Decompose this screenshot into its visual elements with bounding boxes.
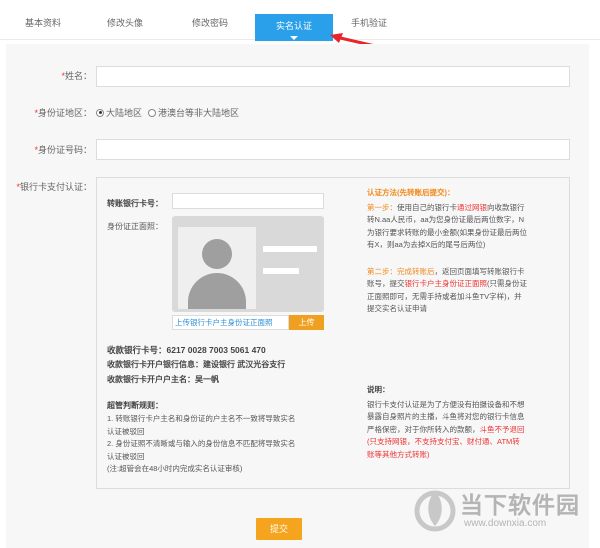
receive-bank-info: 收款银行卡开户银行信息：建设银行 武汉光谷支行 xyxy=(107,360,286,369)
radio-non-mainland[interactable] xyxy=(148,108,157,117)
id-card-placeholder-image xyxy=(172,216,324,312)
tab-bar: 基本资料 修改头像 修改密码 实名认证 手机验证 xyxy=(0,0,600,41)
watermark-title: 当下软件园 xyxy=(460,492,580,518)
step1-line: 转N.aa人民币，aa为您身份证最后两位数字，N xyxy=(367,215,525,224)
rule-line: 2. 身份证照不清晰或与输入的身份信息不匹配将导致实名 xyxy=(107,439,296,448)
note-title: 说明： xyxy=(367,385,390,394)
receive-owner-name: 收款银行卡开户户主名：吴一帆 xyxy=(107,375,219,384)
id-text-line xyxy=(263,268,299,274)
bank-auth-label: *银行卡支付认证： xyxy=(2,180,92,193)
note-line: 银行卡支付认证是为了方便没有拍摄设备和不想 xyxy=(367,399,525,409)
step2-second-line: 账号，提交银行卡户主身份证正面照(只需身份证 xyxy=(367,278,567,291)
method-title: 认证方法(先转账后提交)： xyxy=(367,188,455,197)
rule-line: (注:超管会在48小时内完成实名认证审核) xyxy=(107,464,243,473)
id-number-label-text: 身份证号码： xyxy=(37,145,92,155)
step1-first-line: 第一步：使用自己的银行卡通过网银向收款银行 xyxy=(367,202,567,215)
tab-change-avatar[interactable]: 修改头像 xyxy=(102,14,148,40)
bank-auth-label-text: 银行卡支付认证： xyxy=(19,182,92,192)
bank-auth-panel: 转账银行卡号： 身份证正面照： 上传银行卡户主身份证正面照 上传 收款银行卡号：… xyxy=(96,177,570,489)
note-line-refund: 严格保密，对于你所转入的款额，斗鱼不予退回 xyxy=(367,424,567,437)
id-number-input[interactable] xyxy=(96,139,570,160)
step1-online-banking-link[interactable]: 通过网银 xyxy=(457,203,487,212)
step1-text-a: 使用自己的银行卡 xyxy=(397,202,457,212)
upload-photo-field[interactable]: 上传银行卡户主身份证正面照 xyxy=(172,315,289,330)
name-label-text: 姓名： xyxy=(64,71,92,81)
avatar-head-icon xyxy=(202,239,232,269)
rule-line: 1. 转账银行卡户主名和身份证的户主名不一致将导致实名 xyxy=(107,414,296,423)
submit-button[interactable]: 提交 xyxy=(256,518,302,540)
note-refund: 斗鱼不予退回 xyxy=(479,424,525,434)
watermark-url: www.downxia.com xyxy=(464,518,547,529)
tab-change-password[interactable]: 修改密码 xyxy=(187,14,233,40)
transfer-card-input[interactable] xyxy=(172,193,324,209)
step1-text-b: 向收款银行 xyxy=(487,202,525,212)
transfer-card-label: 转账银行卡号： xyxy=(107,199,163,208)
region-label: *身份证地区： xyxy=(8,106,92,119)
note-red-line: (只支持网银，不支持支付宝、财付通、ATM转 xyxy=(367,437,520,446)
region-radio-group: 大陆地区 港澳台等非大陆地区 xyxy=(96,106,239,119)
watermark: 当下软件园 www.downxia.com xyxy=(414,484,594,540)
step1-prefix: 第一步： xyxy=(367,202,397,212)
radio-mainland-label[interactable]: 大陆地区 xyxy=(106,106,142,119)
step2-first-line: 第二步：完成转账后，返回页面填写转账银行卡 xyxy=(367,266,567,279)
receive-card-number: 收款银行卡号：6217 0028 7003 5061 470 xyxy=(107,345,266,355)
note-text: 严格保密，对于你所转入的款额， xyxy=(367,424,480,434)
step2-line: 正面照即可，无需手持或者加斗鱼TV字样)，并 xyxy=(367,291,522,301)
id-front-label: 身份证正面照： xyxy=(107,222,163,231)
step1-line: 有X，则aa为去掉X后的尾号后两位) xyxy=(367,240,486,249)
rules-list: 1. 转账银行卡户主名和身份证的户主名不一致将导致实名 认证被驳回 2. 身份证… xyxy=(107,413,295,476)
note-block: 说明： 银行卡支付认证是为了方便没有拍摄设备和不想 暴露自身照片的主播，斗鱼将对… xyxy=(367,384,567,461)
step2-id-photo-link[interactable]: 银行卡户主身份证正面照 xyxy=(405,279,488,288)
note-red-line: 账等其他方式转账) xyxy=(367,449,430,459)
step2-text-c: 账号，提交 xyxy=(367,279,405,288)
step1-line: 为银行要求转账的最小金额(如果身份证最后两位 xyxy=(367,227,527,237)
tab-basic-info[interactable]: 基本资料 xyxy=(20,14,66,40)
radio-mainland[interactable] xyxy=(96,108,104,117)
rule-line: 认证被驳回 xyxy=(107,426,145,436)
name-label: *姓名： xyxy=(20,69,92,82)
rule-line: 认证被驳回 xyxy=(107,451,145,461)
step2-line: 提交实名认证申请 xyxy=(367,304,427,313)
tab-real-name-auth-label: 实名认证 xyxy=(275,21,312,31)
rules-title: 超管判断规则： xyxy=(107,401,163,410)
radio-non-mainland-label[interactable]: 港澳台等非大陆地区 xyxy=(158,106,239,119)
tab-real-name-auth[interactable]: 实名认证 xyxy=(255,14,333,41)
step2-text-d: (只需身份证 xyxy=(487,279,527,288)
avatar-body-icon xyxy=(188,273,246,309)
step2-text-b: ，返回页面填写转账银行卡 xyxy=(434,266,525,276)
tab-caret-icon xyxy=(290,36,298,40)
name-input[interactable] xyxy=(96,66,570,87)
id-photo-area xyxy=(178,227,256,309)
step2-text-a: 完成转账后 xyxy=(397,266,435,276)
id-number-label: *身份证号码： xyxy=(8,143,92,156)
note-line: 暴露自身照片的主播，斗鱼将对您的银行卡信息 xyxy=(367,412,525,421)
upload-button[interactable]: 上传 xyxy=(289,315,324,330)
id-text-line xyxy=(263,246,317,252)
watermark-logo-icon xyxy=(414,490,456,532)
region-label-text: 身份证地区： xyxy=(37,108,92,118)
step2-prefix: 第二步： xyxy=(367,266,397,276)
instructions-block: 认证方法(先转账后提交)： 第一步：使用自己的银行卡通过网银向收款银行 转N.a… xyxy=(367,187,567,316)
